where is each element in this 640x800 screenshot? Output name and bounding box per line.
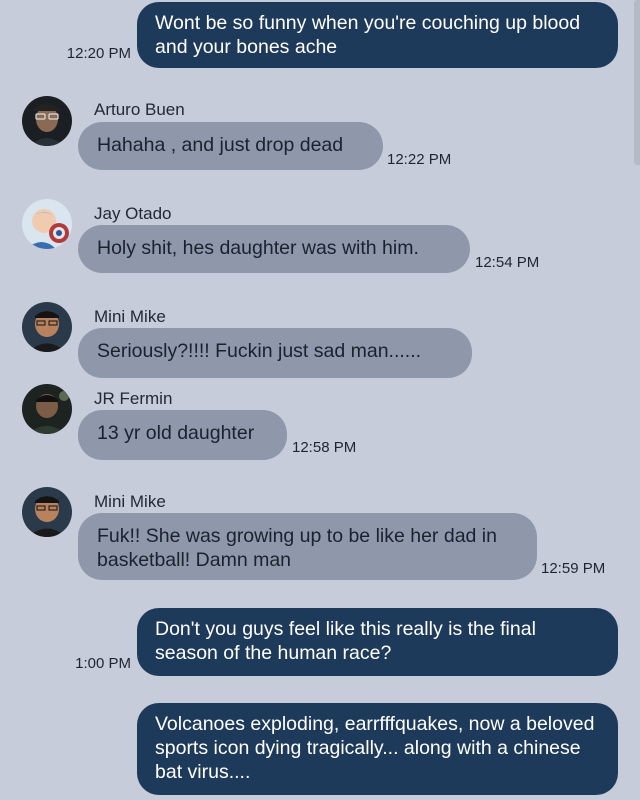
- avatar-jr-icon: [22, 384, 72, 434]
- outgoing-message[interactable]: Don't you guys feel like this really is …: [137, 608, 618, 676]
- message-timestamp: 12:20 PM: [66, 45, 131, 62]
- message-bubble[interactable]: Seriously?!!!! Fuckin just sad man......: [78, 328, 472, 378]
- message-timestamp: 12:58 PM: [292, 439, 357, 456]
- sender-name: Arturo Buen: [94, 100, 185, 119]
- message-timestamp: 12:22 PM: [387, 151, 452, 168]
- message-timestamp: 12:59 PM: [541, 560, 606, 577]
- avatar-mike-icon: [22, 487, 72, 537]
- sender-avatar[interactable]: [22, 96, 72, 146]
- message-bubble[interactable]: Fuk!! She was growing up to be like her …: [78, 513, 537, 580]
- message-bubble[interactable]: Hahaha , and just drop dead: [78, 122, 383, 170]
- sender-avatar[interactable]: [22, 199, 72, 249]
- sender-avatar[interactable]: [22, 487, 72, 537]
- sender-name: JR Fermin: [94, 389, 173, 408]
- sender-name: Mini Mike: [94, 492, 166, 511]
- sender-name: Mini Mike: [94, 307, 166, 326]
- sender-name: Jay Otado: [94, 204, 172, 223]
- sender-avatar[interactable]: [22, 302, 72, 352]
- chat-thread[interactable]: 12:20 PM Wont be so funny when you're co…: [0, 0, 640, 800]
- sender-avatar[interactable]: [22, 384, 72, 434]
- message-bubble[interactable]: 13 yr old daughter: [78, 410, 287, 460]
- message-bubble[interactable]: Wont be so funny when you're couching up…: [137, 2, 618, 68]
- avatar-jay-icon: [22, 199, 72, 249]
- message-timestamp: 12:54 PM: [475, 254, 540, 271]
- message-timestamp: 1:00 PM: [75, 655, 131, 672]
- scrollbar[interactable]: [634, 0, 640, 165]
- avatar-arturo-icon: [22, 96, 72, 146]
- outgoing-message[interactable]: Volcanoes exploding, earrfffquakes, now …: [137, 703, 618, 795]
- message-bubble[interactable]: Volcanoes exploding, earrfffquakes, now …: [137, 703, 618, 795]
- message-bubble[interactable]: Holy shit, hes daughter was with him.: [78, 225, 470, 273]
- message-bubble[interactable]: Don't you guys feel like this really is …: [137, 608, 618, 676]
- avatar-mike-icon: [22, 302, 72, 352]
- outgoing-message[interactable]: Wont be so funny when you're couching up…: [137, 2, 618, 68]
